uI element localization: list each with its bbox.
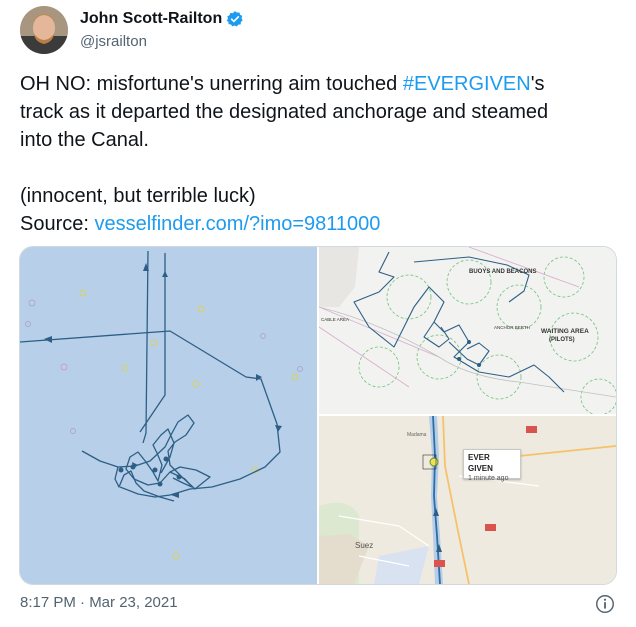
vessel-time: 1 minute ago	[468, 475, 509, 482]
map-label-suez: Suez	[355, 541, 373, 550]
vessel-tooltip: EVER GIVEN 1 minute ago	[463, 449, 521, 482]
source-label: Source:	[20, 213, 95, 235]
street-map-graphic: Suez Madama	[319, 416, 616, 584]
tweet-text-line: track as it departed the designated anch…	[20, 101, 549, 123]
tweet: John Scott-Railton @jsrailton OH NO: mis…	[0, 0, 636, 627]
nautical-chart-image[interactable]: BUOYS AND BEACONS WAITING AREA (PILOTS) …	[319, 247, 616, 414]
map-label-madama: Madama	[407, 432, 427, 438]
chart-label-buoys: BUOYS AND BEACONS	[469, 269, 536, 275]
author-name[interactable]: John Scott-Railton	[80, 10, 222, 28]
chart-label-cable: CABLE AREA	[321, 317, 349, 322]
tweet-text-line: into the Canal.	[20, 129, 149, 151]
nautical-chart-graphic: BUOYS AND BEACONS WAITING AREA (PILOTS) …	[319, 247, 616, 414]
chart-label-waiting: WAITING AREA	[541, 328, 589, 335]
info-icon[interactable]	[594, 593, 616, 615]
tweet-text-segment: OH NO: misfortune's unerring aim touched	[20, 73, 403, 95]
chart-label-anchor: ANCHOR BERTH	[494, 325, 530, 330]
tweet-text-line: (innocent, but terrible luck)	[20, 185, 256, 207]
media-grid: BUOYS AND BEACONS WAITING AREA (PILOTS) …	[19, 246, 617, 585]
street-map-image[interactable]: Suez Madama EVER GIVEN 1 minute ago	[319, 416, 616, 584]
vessel-name: EVER GIVEN	[468, 453, 493, 473]
track-map-graphic	[20, 247, 317, 584]
tweet-text-segment: 's	[530, 73, 545, 95]
avatar[interactable]	[20, 6, 68, 54]
hashtag-link[interactable]: #EVERGIVEN	[403, 73, 531, 95]
tweet-text: OH NO: misfortune's unerring aim touched…	[20, 70, 620, 238]
tweet-timestamp[interactable]: 8:17 PM · Mar 23, 2021	[20, 594, 178, 611]
track-map-image[interactable]	[20, 247, 317, 584]
verified-badge-icon	[226, 11, 243, 27]
author-handle[interactable]: @jsrailton	[80, 33, 147, 50]
avatar-photo	[20, 6, 68, 54]
source-link[interactable]: vesselfinder.com/?imo=9811000	[94, 213, 380, 235]
chart-label-pilots: (PILOTS)	[549, 337, 575, 343]
